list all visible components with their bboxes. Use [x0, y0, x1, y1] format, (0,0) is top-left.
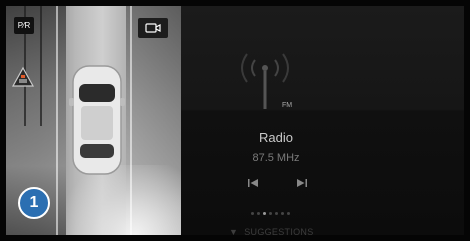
vehicle-top-view — [69, 65, 125, 175]
chevron-down-icon: ▼ — [229, 227, 239, 235]
page-dot — [269, 212, 272, 215]
suggestions-label: SUGGESTIONS — [244, 227, 314, 235]
media-frequency: 87.5 MHz — [252, 152, 300, 164]
head-unit-screen: P⁄R 1 FM Radio 87.5 MHz ▼ SUGGESTIONS — [0, 0, 470, 241]
media-background — [181, 6, 464, 235]
skip-previous-icon[interactable] — [246, 178, 260, 188]
page-dot — [257, 212, 260, 215]
camera-view[interactable]: P⁄R 1 — [6, 6, 181, 235]
skip-next-icon[interactable] — [295, 178, 309, 188]
page-indicator — [251, 212, 311, 217]
camera-switch-icon — [145, 23, 161, 33]
gear-indicator-badge: P⁄R — [14, 17, 34, 34]
media-title: Radio — [259, 130, 293, 145]
page-dot — [287, 212, 290, 215]
warning-triangle-icon — [11, 66, 35, 87]
camera-switch-button[interactable] — [138, 18, 168, 38]
page-dot — [281, 212, 284, 215]
page-dot — [275, 212, 278, 215]
page-dot — [263, 212, 266, 215]
main-panel: P⁄R 1 FM Radio 87.5 MHz ▼ SUGGESTIONS — [6, 6, 464, 235]
suggestions-toggle[interactable]: ▼ SUGGESTIONS — [229, 227, 314, 235]
page-dot — [251, 212, 254, 215]
fence-post — [40, 6, 42, 126]
callout-marker: 1 — [18, 187, 50, 219]
source-badge: FM — [282, 102, 293, 109]
media-widget[interactable]: FM Radio 87.5 MHz ▼SUGGESTIONS N L — [181, 6, 464, 235]
